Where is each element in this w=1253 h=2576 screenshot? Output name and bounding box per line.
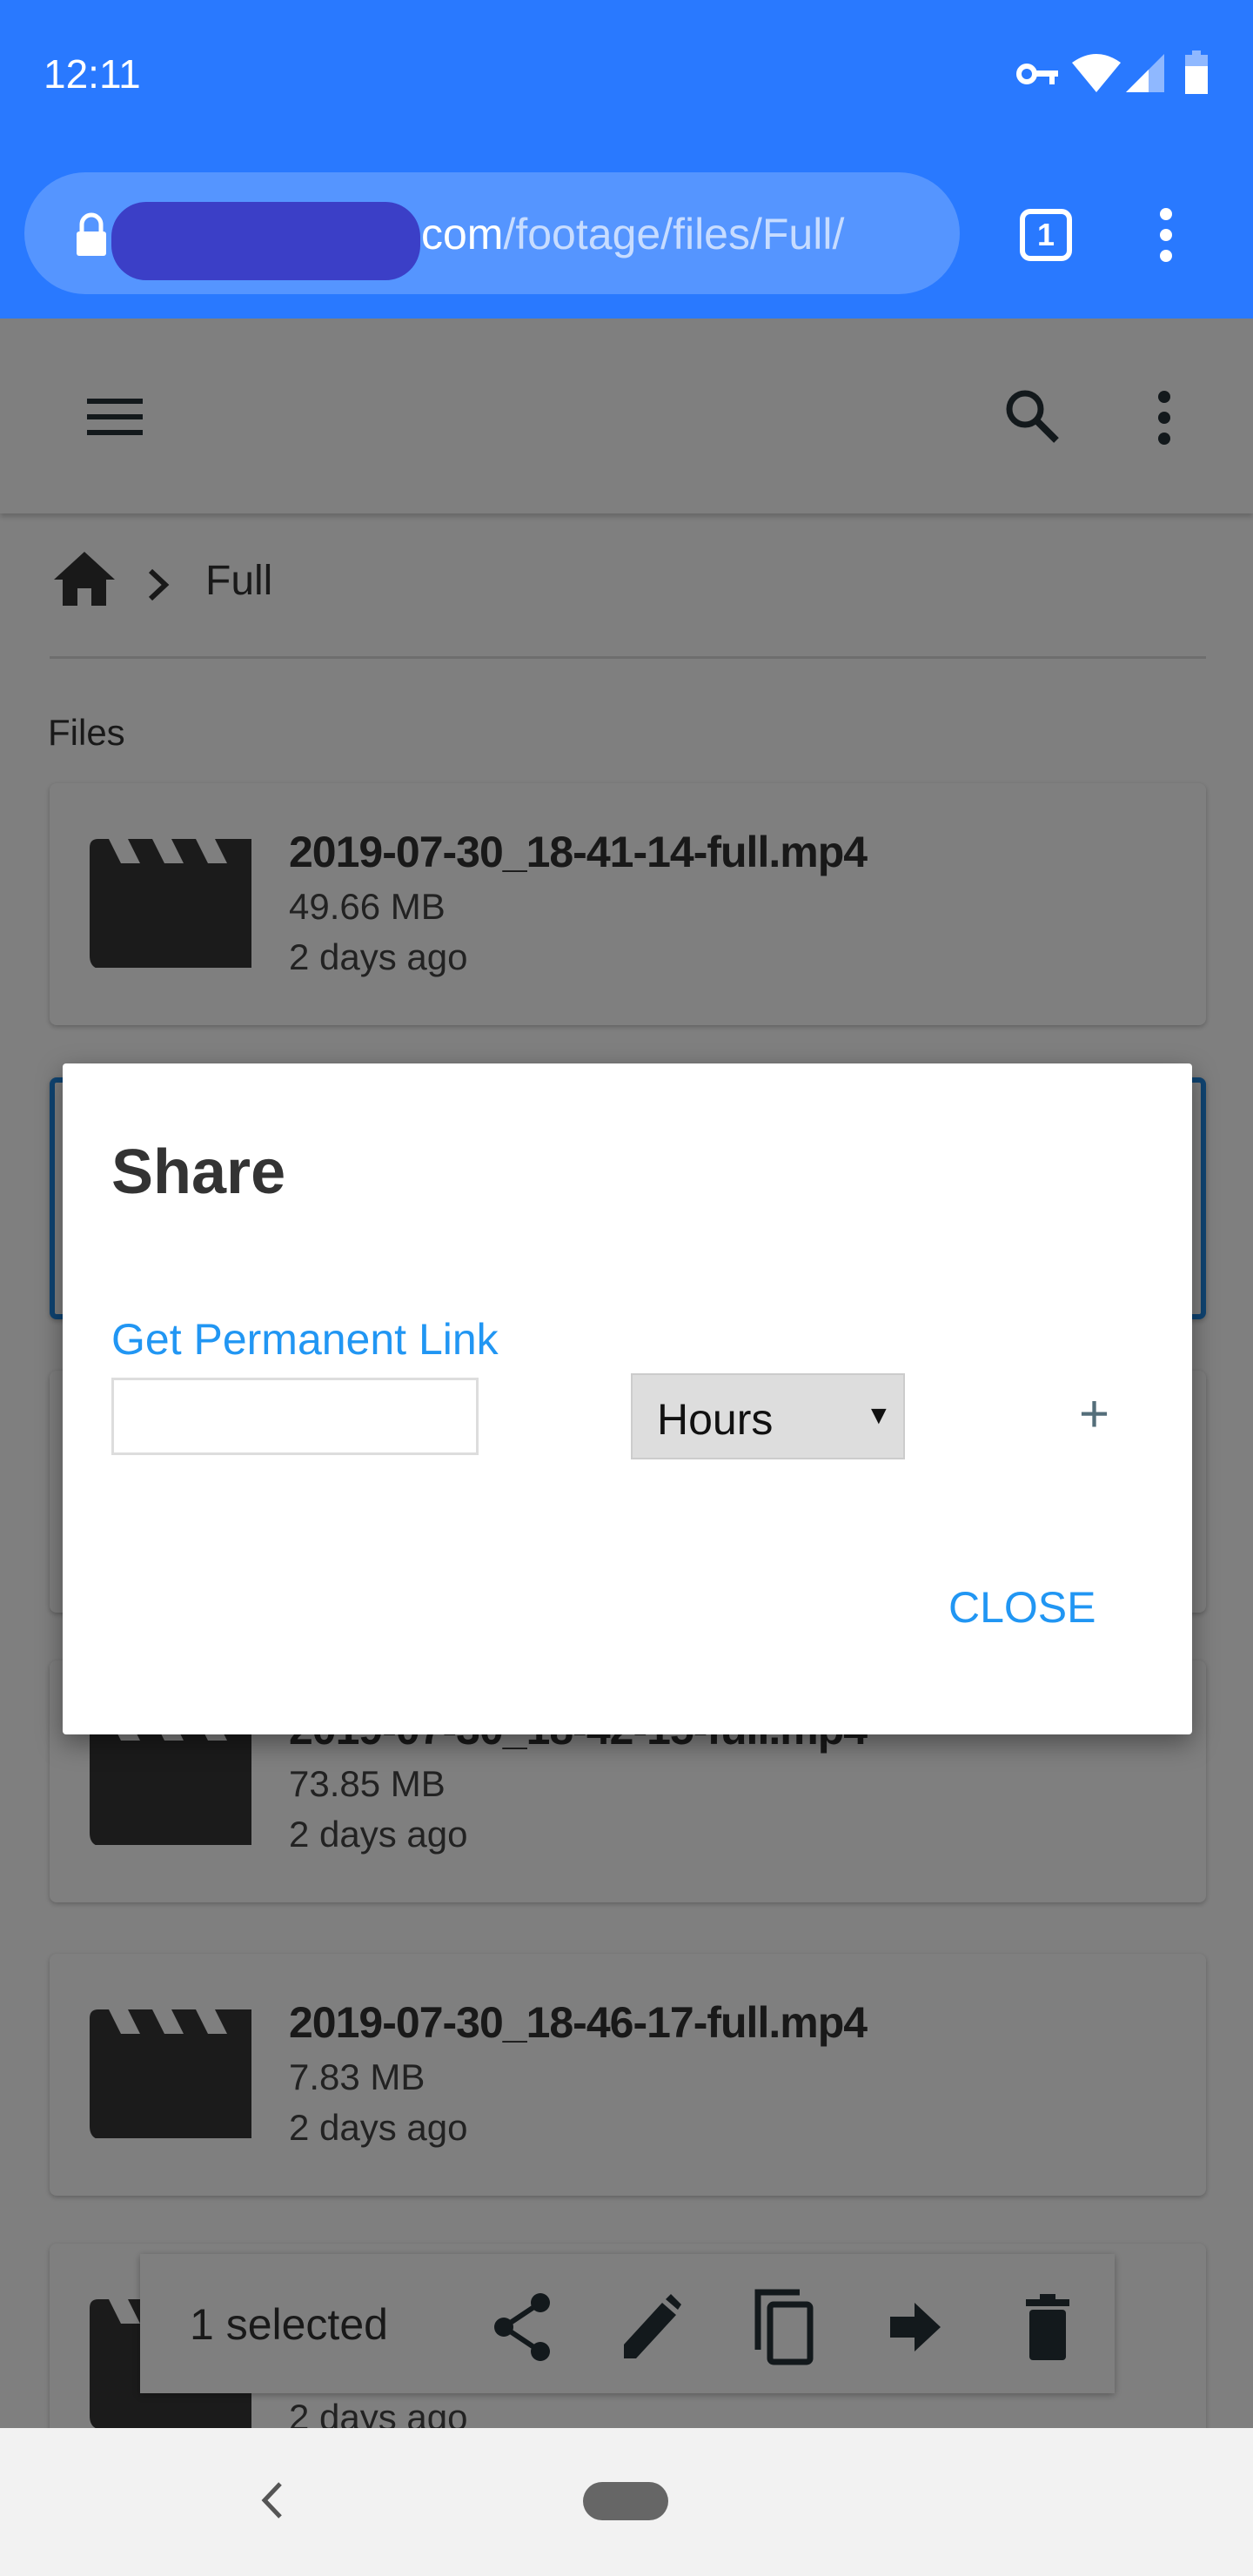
get-permanent-link[interactable]: Get Permanent Link bbox=[111, 1314, 499, 1365]
home-pill[interactable] bbox=[583, 2482, 668, 2520]
dialog-title: Share bbox=[111, 1137, 286, 1207]
redacted-domain bbox=[111, 202, 420, 280]
battery-icon bbox=[1185, 50, 1208, 94]
tab-switcher-button[interactable]: 1 bbox=[1020, 209, 1072, 261]
browser-chrome: 12:11 com/footage/files/Full/ 1 bbox=[0, 0, 1253, 319]
url-path: /footage/files/Full/ bbox=[503, 210, 845, 258]
wifi-icon bbox=[1072, 54, 1121, 92]
time-unit-value: Hours bbox=[657, 1395, 774, 1444]
back-icon[interactable] bbox=[259, 2480, 285, 2520]
browser-menu-icon[interactable] bbox=[1156, 207, 1176, 263]
share-duration-input[interactable] bbox=[111, 1378, 479, 1455]
signal-icon bbox=[1126, 54, 1164, 92]
time-unit-select[interactable]: Hours ▼ bbox=[631, 1373, 905, 1459]
lock-icon bbox=[77, 212, 106, 256]
close-button[interactable]: CLOSE bbox=[948, 1582, 1096, 1633]
share-dialog: Share Get Permanent Link Hours ▼ + CLOSE bbox=[63, 1063, 1192, 1734]
vpn-key-icon bbox=[1016, 64, 1058, 84]
add-share-button[interactable]: + bbox=[1079, 1384, 1109, 1444]
system-nav-bar bbox=[0, 2428, 1253, 2576]
url-text[interactable]: com/footage/files/Full/ bbox=[421, 209, 844, 259]
status-time: 12:11 bbox=[44, 51, 141, 97]
url-host: com bbox=[421, 210, 504, 258]
dropdown-arrow-icon: ▼ bbox=[866, 1401, 892, 1430]
